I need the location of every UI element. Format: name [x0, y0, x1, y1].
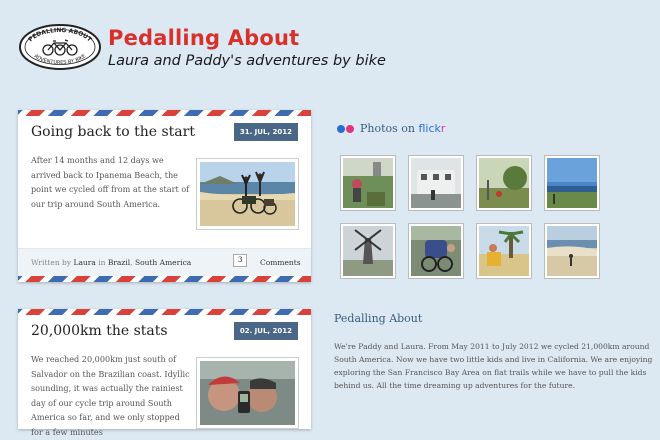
- flickr-dots-icon: [346, 125, 354, 133]
- airmail-stripe: [18, 276, 311, 282]
- flickr-dots-icon: [337, 125, 345, 133]
- post-footer: Written by Laura in Brazil, South Americ…: [18, 248, 311, 276]
- comments-link[interactable]: Comments: [260, 258, 301, 267]
- flickr-widget-title: Photos on flickr: [337, 122, 445, 135]
- airmail-stripe: [18, 309, 311, 315]
- post-title[interactable]: 20,000km the stats: [31, 323, 168, 339]
- post-card: 20,000km the stats 02. JUL, 2012 We reac…: [18, 309, 311, 437]
- flickr-photo[interactable]: [408, 223, 464, 279]
- post-card: Going back to the start 31. JUL, 2012 Af…: [18, 110, 311, 282]
- author-link[interactable]: Laura: [73, 258, 95, 267]
- flickr-photo[interactable]: [544, 155, 600, 211]
- flickr-photo[interactable]: [408, 155, 464, 211]
- post-meta: Written by Laura in Brazil, South Americ…: [31, 258, 192, 267]
- flickr-photo[interactable]: [544, 223, 600, 279]
- flickr-photo[interactable]: [476, 155, 532, 211]
- flickr-photo[interactable]: [476, 223, 532, 279]
- date-badge: 02. JUL, 2012: [233, 322, 298, 340]
- post-excerpt: After 14 months and 12 days we arrived b…: [31, 155, 190, 209]
- post-title[interactable]: Going back to the start: [31, 124, 195, 140]
- about-widget-title: Pedalling About: [334, 312, 423, 325]
- about-text: We're Paddy and Laura. From May 2011 to …: [334, 342, 653, 390]
- flickr-photo[interactable]: [340, 223, 396, 279]
- category-link-brazil[interactable]: Brazil: [108, 258, 130, 267]
- site-title[interactable]: Pedalling About: [108, 26, 299, 50]
- category-link-south-america[interactable]: South America: [135, 258, 191, 267]
- post-thumbnail[interactable]: [196, 357, 299, 429]
- date-badge: 31. JUL, 2012: [233, 123, 298, 141]
- airmail-stripe: [18, 110, 311, 116]
- post-thumbnail[interactable]: [196, 158, 299, 230]
- site-logo[interactable]: PEDALLING ABOUT ADVENTURES BY BIKE: [18, 23, 102, 71]
- site-tagline: Laura and Paddy's adventures by bike: [108, 53, 386, 69]
- flickr-link[interactable]: flickr: [419, 122, 446, 135]
- comment-count-badge[interactable]: 3: [233, 254, 248, 267]
- post-excerpt: We reached 20,000km just south of Salvad…: [31, 354, 190, 437]
- flickr-photo[interactable]: [340, 155, 396, 211]
